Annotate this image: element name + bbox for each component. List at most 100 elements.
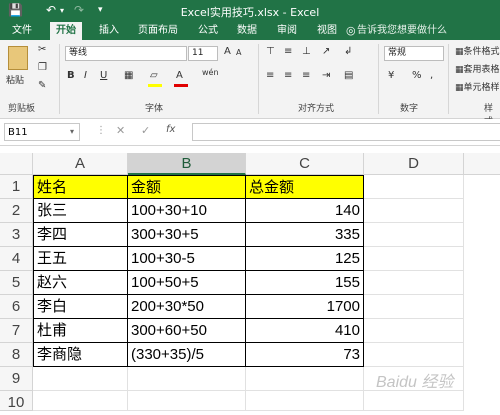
font-name-select[interactable]: 等线 [65, 46, 187, 61]
tab-formulas[interactable]: 公式 [192, 22, 224, 40]
row-header[interactable]: 4 [0, 247, 33, 271]
percent-button[interactable]: % [412, 70, 422, 81]
row-header[interactable]: 9 [0, 367, 33, 391]
cell-a2[interactable]: 张三 [33, 199, 128, 223]
cell-a8[interactable]: 李商隐 [33, 343, 128, 367]
row-header[interactable]: 2 [0, 199, 33, 223]
cell-d10[interactable] [364, 391, 464, 411]
cell-c2[interactable]: 140 [246, 199, 364, 223]
cell-styles-button[interactable]: ▦单元格样式 [455, 80, 500, 93]
tab-view[interactable]: 视图 [311, 22, 343, 40]
number-format-select[interactable]: 常规 [384, 46, 444, 61]
underline-button[interactable]: U [100, 70, 107, 81]
cell-b2[interactable]: 100+30+10 [128, 199, 246, 223]
cell-b4[interactable]: 100+30-5 [128, 247, 246, 271]
paste-button[interactable]: 粘贴 [6, 73, 24, 86]
row-header[interactable]: 10 [0, 391, 33, 411]
cell-c5[interactable]: 155 [246, 271, 364, 295]
column-header-a[interactable]: A [33, 153, 128, 175]
align-center-icon[interactable]: ≡ [284, 70, 292, 81]
cell-b7[interactable]: 300+60+50 [128, 319, 246, 343]
align-top-icon[interactable]: ⊤ [266, 46, 275, 57]
tell-me-search[interactable]: 告诉我您想要做什么 [357, 22, 447, 40]
cell-a6[interactable]: 李白 [33, 295, 128, 319]
cell-d7[interactable] [364, 319, 464, 343]
cell-a10[interactable] [33, 391, 128, 411]
cell-b1[interactable]: 金额 [128, 175, 246, 199]
cell-b5[interactable]: 100+50+5 [128, 271, 246, 295]
tab-insert[interactable]: 插入 [93, 22, 125, 40]
cell-d6[interactable] [364, 295, 464, 319]
cell-d5[interactable] [364, 271, 464, 295]
comma-button[interactable]: , [430, 70, 433, 81]
enter-icon[interactable]: ✓ [141, 124, 150, 137]
cell-b8[interactable]: (330+35)/5 [128, 343, 246, 367]
shrink-font-icon[interactable]: A [236, 48, 241, 57]
tab-review[interactable]: 审阅 [271, 22, 303, 40]
format-as-table-button[interactable]: ▦套用表格 [455, 62, 500, 75]
cell-c8[interactable]: 73 [246, 343, 364, 367]
cell-a1[interactable]: 姓名 [33, 175, 128, 199]
font-color-icon[interactable]: A [176, 70, 183, 81]
cut-icon[interactable]: ✂ [38, 44, 46, 55]
merge-center-icon[interactable]: ▤ [344, 70, 353, 81]
tab-home[interactable]: 开始 [50, 22, 82, 40]
formula-input[interactable] [192, 123, 500, 141]
column-header-c[interactable]: C [246, 153, 364, 175]
cell-d2[interactable] [364, 199, 464, 223]
align-middle-icon[interactable]: ≡ [284, 46, 292, 57]
borders-icon[interactable]: ▦ [124, 70, 133, 81]
cell-b10[interactable] [128, 391, 246, 411]
font-size-select[interactable]: 11 [188, 46, 218, 61]
row-header[interactable]: 7 [0, 319, 33, 343]
row-header[interactable]: 3 [0, 223, 33, 247]
fill-color-icon[interactable]: ▱ [150, 70, 158, 81]
cell-c10[interactable] [246, 391, 364, 411]
currency-icon[interactable]: ¥ [388, 70, 394, 81]
name-box[interactable]: B11 [4, 123, 80, 141]
cell-b3[interactable]: 300+30+5 [128, 223, 246, 247]
paste-icon[interactable] [8, 46, 28, 70]
cell-c7[interactable]: 410 [246, 319, 364, 343]
cell-c4[interactable]: 125 [246, 247, 364, 271]
cell-c1[interactable]: 总金额 [246, 175, 364, 199]
cell-d1[interactable] [364, 175, 464, 199]
cell-c3[interactable]: 335 [246, 223, 364, 247]
row-header[interactable]: 1 [0, 175, 33, 199]
align-right-icon[interactable]: ≡ [302, 70, 310, 81]
copy-icon[interactable]: ❐ [38, 62, 47, 73]
tab-data[interactable]: 数据 [231, 22, 263, 40]
cell-b9[interactable] [128, 367, 246, 391]
row-header[interactable]: 6 [0, 295, 33, 319]
name-box-dropdown-icon[interactable]: ▾ [70, 127, 74, 136]
phonetic-icon[interactable]: wén [202, 68, 219, 77]
cell-c6[interactable]: 1700 [246, 295, 364, 319]
cell-a3[interactable]: 李四 [33, 223, 128, 247]
cell-d8[interactable] [364, 343, 464, 367]
column-header-d[interactable]: D [364, 153, 464, 175]
cell-a5[interactable]: 赵六 [33, 271, 128, 295]
conditional-formatting-button[interactable]: ▦条件格式 [455, 44, 500, 57]
cell-a7[interactable]: 杜甫 [33, 319, 128, 343]
grow-font-icon[interactable]: A [224, 46, 231, 57]
indent-icon[interactable]: ⇥ [322, 70, 330, 81]
cell-b6[interactable]: 200+30*50 [128, 295, 246, 319]
row-header[interactable]: 8 [0, 343, 33, 367]
cell-d3[interactable] [364, 223, 464, 247]
cell-c9[interactable] [246, 367, 364, 391]
row-header[interactable]: 5 [0, 271, 33, 295]
align-bottom-icon[interactable]: ⊥ [302, 46, 311, 57]
bold-button[interactable]: B [67, 70, 75, 81]
column-header-b[interactable]: B [128, 153, 246, 175]
insert-function-icon[interactable]: fx [166, 124, 175, 135]
wrap-text-icon[interactable]: ↲ [344, 46, 352, 57]
cell-a9[interactable] [33, 367, 128, 391]
column-header-e[interactable] [464, 153, 500, 175]
cell-d4[interactable] [364, 247, 464, 271]
align-left-icon[interactable]: ≡ [266, 70, 274, 81]
tab-file[interactable]: 文件 [6, 22, 38, 40]
format-painter-icon[interactable]: ✎ [38, 80, 46, 91]
tab-page-layout[interactable]: 页面布局 [132, 22, 184, 40]
select-all-corner[interactable] [0, 153, 33, 175]
cell-a4[interactable]: 王五 [33, 247, 128, 271]
